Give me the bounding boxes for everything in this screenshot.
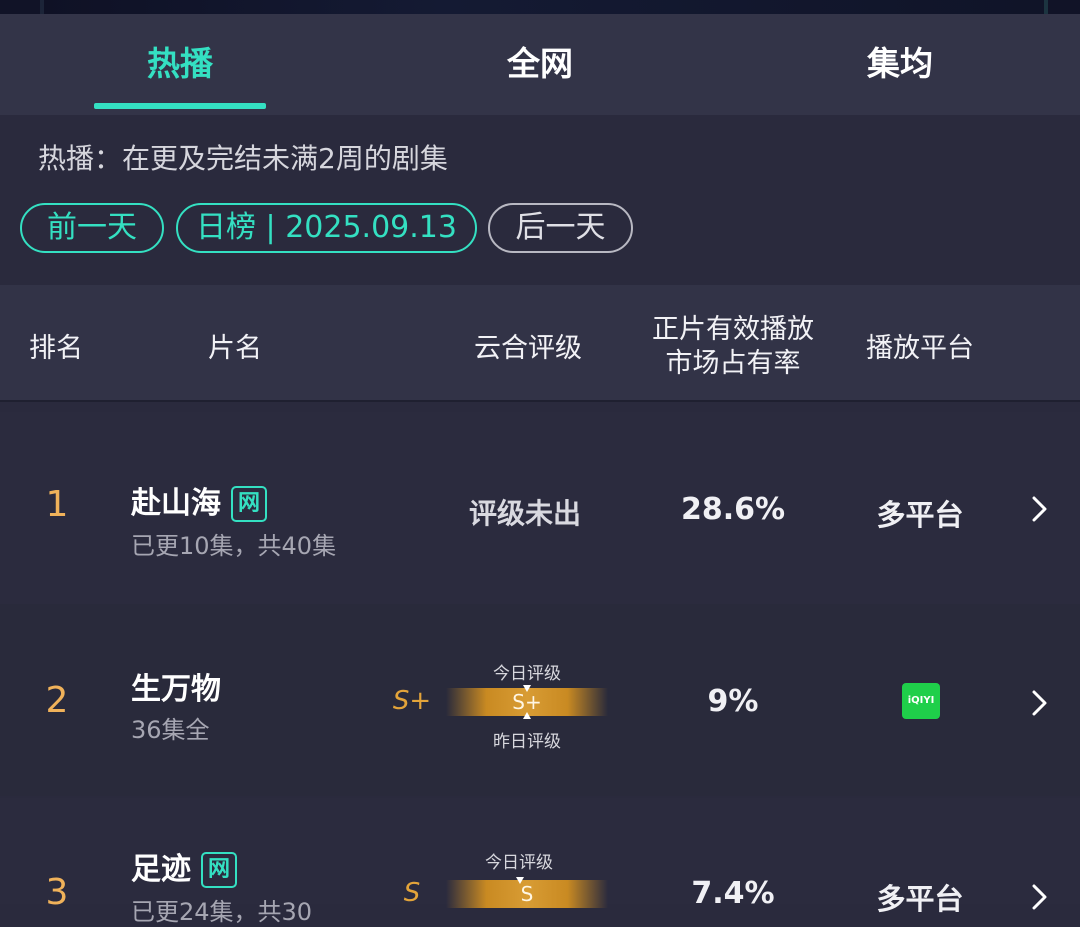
iqiyi-logo: iQIYI [902,683,940,719]
drama-title[interactable]: 生万物 [131,664,221,708]
market-share: 9% [707,684,759,719]
chevron-right-icon[interactable] [1024,494,1054,524]
active-tab-indicator [94,103,266,109]
drama-title[interactable]: 足迹网 [131,844,237,888]
header-share-line2: 市场占有率 [665,348,801,379]
episode-info: 已更10集，共40集 [131,532,337,560]
episode-info: 36集全 [131,716,210,744]
tab-all-network[interactable]: 全网 [450,14,630,115]
next-day-button[interactable]: 后一天 [488,203,633,253]
chevron-right-icon[interactable] [1024,882,1054,912]
rank-number: 2 [45,680,69,721]
table-row[interactable]: 1 赴山海网 已更10集，共40集 评级未出 28.6% 多平台 [0,412,1080,604]
rank-number: 1 [45,484,69,525]
top-banner-strip [0,0,1080,14]
yesterday-marker [523,712,531,719]
table-row[interactable]: 3 足迹网 已更24集，共30 S 今日评级 S 7.4% 多平台 [0,798,1080,926]
tab-hot[interactable]: 热播 [90,14,270,115]
grade-label: S+ [392,686,432,716]
web-badge: 网 [231,486,267,522]
table-header: 排名 片名 云合评级 正片有效播放 市场占有率 播放平台 [0,285,1080,402]
header-rank: 排名 [29,333,83,364]
market-share: 28.6% [680,492,786,527]
web-badge: 网 [201,852,237,888]
header-title: 片名 [208,333,262,364]
platform-label: 多平台 [876,498,964,532]
chevron-right-icon[interactable] [1024,688,1054,718]
banner-decoration [40,0,1048,14]
drama-title-text: 赴山海 [131,486,221,521]
today-rating-label: 今日评级 [493,664,561,684]
table-row[interactable]: 2 生万物 36集全 S+ 今日评级 S+ 昨日评级 9% iQIYI [0,604,1080,796]
drama-title[interactable]: 赴山海网 [131,478,267,522]
tab-episode-average[interactable]: 集均 [810,14,990,115]
previous-day-button[interactable]: 前一天 [20,203,164,253]
drama-title-text: 足迹 [131,852,191,887]
rating-status: 评级未出 [468,497,581,530]
ranking-description: 热播：在更及完结未满2周的剧集 [38,142,448,175]
drama-title-text: 生万物 [131,672,221,707]
today-rating-label: 今日评级 [485,853,553,873]
market-share: 7.4% [691,876,775,911]
header-rating: 云合评级 [474,333,582,364]
tab-bar: 热播 全网 集均 [0,14,1080,115]
episode-info: 已更24集，共30 [131,898,313,926]
platform-label: 多平台 [876,882,964,916]
rating-gauge: S+ [446,685,608,719]
yesterday-rating-label: 昨日评级 [493,732,561,752]
header-platform: 播放平台 [866,333,974,364]
rank-number: 3 [45,872,69,913]
date-selector-button[interactable]: 日榜 | 2025.09.13 [176,203,477,253]
